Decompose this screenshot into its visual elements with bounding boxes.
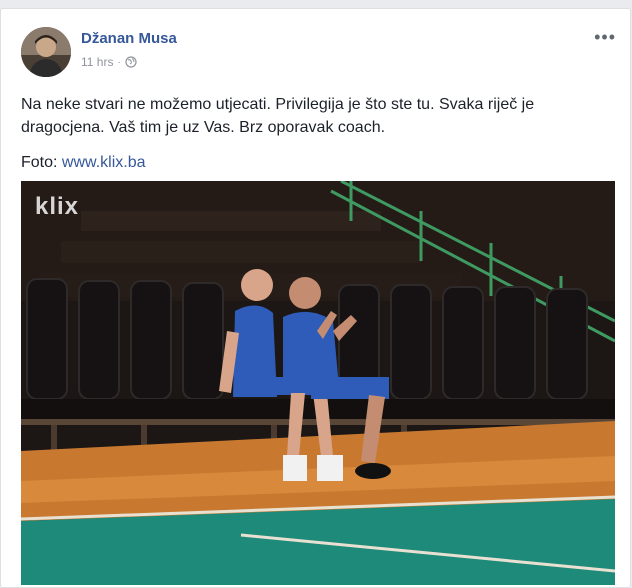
post-meta: 11 hrs · xyxy=(81,55,137,69)
photo-credit-prefix: Foto: xyxy=(21,154,62,171)
post-timestamp[interactable]: 11 hrs xyxy=(81,55,113,69)
post-text: Na neke stvari ne možemo utjecati. Privi… xyxy=(21,96,535,136)
meta-separator: · xyxy=(117,56,121,68)
more-options-button[interactable]: ••• xyxy=(594,27,616,48)
author-avatar[interactable] xyxy=(21,27,71,77)
post-photo-scene xyxy=(21,181,615,585)
photo-credit-link[interactable]: www.klix.ba xyxy=(62,154,146,171)
post-photo[interactable]: klix xyxy=(21,181,615,585)
author-name[interactable]: Džanan Musa xyxy=(81,30,177,47)
photo-credit: Foto: www.klix.ba xyxy=(21,154,145,172)
post-card: Džanan Musa 11 hrs · ••• Na neke stvari … xyxy=(0,8,631,588)
globe-icon[interactable] xyxy=(125,56,137,68)
photo-watermark: klix xyxy=(35,193,80,220)
